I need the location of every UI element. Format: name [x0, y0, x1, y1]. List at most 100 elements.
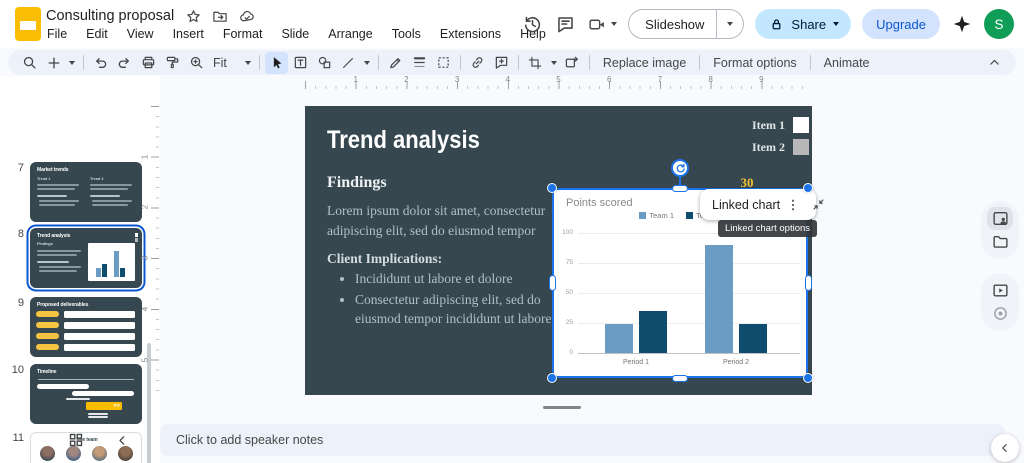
menu-slide[interactable]: Slide — [278, 26, 312, 42]
share-button[interactable]: Share — [755, 9, 852, 39]
speaker-notes-input[interactable]: Click to add speaker notes — [160, 424, 1005, 456]
upgrade-button[interactable]: Upgrade — [862, 9, 940, 39]
vertical-ruler — [150, 106, 159, 395]
account-avatar[interactable]: S — [984, 9, 1014, 39]
ruler-number: 1 — [140, 154, 150, 159]
templates-icon[interactable] — [987, 207, 1013, 230]
slide-legend-item-2[interactable]: Item 2 — [752, 139, 809, 155]
grid-view-icon[interactable] — [66, 430, 86, 450]
menu-tools[interactable]: Tools — [389, 26, 424, 42]
zoom-icon[interactable] — [185, 52, 208, 74]
border-color-tool[interactable] — [384, 52, 407, 74]
slide-thumbnail-7[interactable]: Market trends Trend 1 Trend 2 — [30, 162, 142, 222]
fit-dropdown-icon[interactable] — [242, 52, 254, 74]
resize-handle-nw[interactable] — [546, 182, 557, 193]
resize-handle-sw[interactable] — [546, 372, 557, 383]
border-weight-tool[interactable] — [408, 52, 431, 74]
shape-tool[interactable] — [313, 52, 336, 74]
collapse-filmstrip-icon[interactable] — [112, 430, 132, 450]
slideshow-button[interactable]: Slideshow — [628, 9, 745, 39]
toolbar: Fit Replace image Format options Animate — [8, 50, 1016, 75]
insert-link-button[interactable] — [466, 52, 489, 74]
y-axis-tick: 25 — [565, 319, 573, 326]
redo-button[interactable] — [113, 52, 136, 74]
slide-legend-item-1[interactable]: Item 1 — [752, 117, 809, 133]
slide-thumbnail-8[interactable]: Trend analysis Findings — [30, 228, 142, 288]
linked-chart-popup: Linked chart — [700, 189, 824, 220]
unlink-collapse-icon[interactable] — [812, 198, 825, 211]
comments-icon[interactable] — [554, 13, 576, 35]
record-icon[interactable] — [987, 302, 1013, 325]
line-dropdown-icon[interactable] — [361, 52, 373, 74]
resize-handle-e[interactable] — [804, 275, 812, 291]
menu-file[interactable]: File — [44, 26, 70, 42]
move-folder-icon[interactable] — [212, 8, 228, 24]
folder-icon[interactable] — [987, 230, 1013, 253]
gemini-sparkle-icon[interactable] — [951, 13, 973, 35]
paint-format-button[interactable] — [161, 52, 184, 74]
text-box-tool[interactable] — [289, 52, 312, 74]
y-axis-tick: 50 — [565, 289, 573, 296]
slides-logo-icon[interactable] — [15, 7, 41, 41]
slide-canvas[interactable]: Trend analysis Findings Lorem ipsum dolo… — [305, 106, 824, 395]
new-slide-button[interactable] — [42, 52, 65, 74]
slide-subtitle[interactable]: Findings — [327, 174, 387, 192]
zoom-fit-dropdown[interactable]: Fit — [209, 56, 241, 70]
crop-button[interactable] — [524, 52, 547, 74]
menu-edit[interactable]: Edit — [83, 26, 111, 42]
ruler-number: 2 — [404, 75, 409, 84]
slide-bullet-list[interactable]: Incididunt ut labore et dolore Consectet… — [327, 270, 571, 331]
menu-view[interactable]: View — [124, 26, 157, 42]
new-slide-dropdown-icon[interactable] — [66, 52, 78, 74]
show-side-panel-icon[interactable] — [991, 434, 1019, 462]
speaker-notes-placeholder: Click to add speaker notes — [176, 433, 324, 447]
search-menus-icon[interactable] — [18, 52, 41, 74]
slideshow-dropdown[interactable] — [717, 22, 743, 26]
border-dash-tool[interactable] — [432, 52, 455, 74]
slide-number: 7 — [17, 162, 24, 174]
chart-bar-team-2 — [739, 324, 767, 353]
bullet-item: Incididunt ut labore et dolore — [355, 270, 571, 289]
ruler-number: 3 — [454, 75, 460, 84]
replace-image-icon[interactable] — [561, 52, 584, 74]
resize-handle-ne[interactable] — [802, 182, 813, 193]
replace-image-button[interactable]: Replace image — [595, 56, 694, 70]
insert-comment-button[interactable] — [490, 52, 513, 74]
line-tool[interactable] — [337, 52, 360, 74]
menu-format[interactable]: Format — [220, 26, 266, 42]
filmstrip-panel: 7 Market trends Trend 1 Trend 2 8 Trend … — [0, 76, 160, 463]
undo-button[interactable] — [89, 52, 112, 74]
print-button[interactable] — [137, 52, 160, 74]
resize-handle-w[interactable] — [548, 275, 556, 291]
slide-thumbnail-9[interactable]: Proposed deliverables — [30, 297, 142, 357]
resize-handle-n[interactable] — [672, 184, 688, 192]
linked-chart-options-icon[interactable] — [786, 198, 800, 212]
slide-title[interactable]: Trend analysis — [327, 126, 480, 155]
collapse-toolbar-icon[interactable] — [983, 52, 1006, 74]
format-options-button[interactable]: Format options — [705, 56, 804, 70]
menu-arrange[interactable]: Arrange — [325, 26, 375, 42]
mask-image-dropdown-icon[interactable] — [548, 52, 560, 74]
legend-swatch — [793, 139, 809, 155]
menu-insert[interactable]: Insert — [170, 26, 207, 42]
share-dropdown-icon[interactable] — [833, 22, 840, 26]
resize-handle-se[interactable] — [802, 372, 813, 383]
resize-handle-s[interactable] — [672, 374, 688, 382]
slide-paragraph[interactable]: Lorem ipsum dolor sit amet, consectetur … — [327, 201, 565, 240]
select-tool[interactable] — [264, 51, 288, 74]
slideshow-panel-icon[interactable] — [987, 279, 1013, 302]
slide-thumbnail-10[interactable]: Timeline »» — [30, 364, 142, 424]
slide-implications-heading[interactable]: Client Implications: — [327, 251, 442, 267]
document-title[interactable]: Consulting proposal — [46, 8, 174, 24]
y-axis-tick: 0 — [569, 349, 573, 356]
meet-camera-button[interactable] — [587, 16, 618, 33]
menu-extensions[interactable]: Extensions — [437, 26, 504, 42]
star-icon[interactable] — [185, 8, 201, 24]
linked-chart-tooltip: Linked chart options — [718, 220, 818, 237]
cloud-saved-icon[interactable] — [239, 8, 255, 24]
rotate-handle[interactable] — [671, 159, 689, 177]
animate-button[interactable]: Animate — [816, 56, 878, 70]
canvas-scroll-indicator[interactable] — [543, 406, 581, 409]
linked-chart-label: Linked chart — [712, 197, 781, 212]
version-history-icon[interactable] — [521, 13, 543, 35]
